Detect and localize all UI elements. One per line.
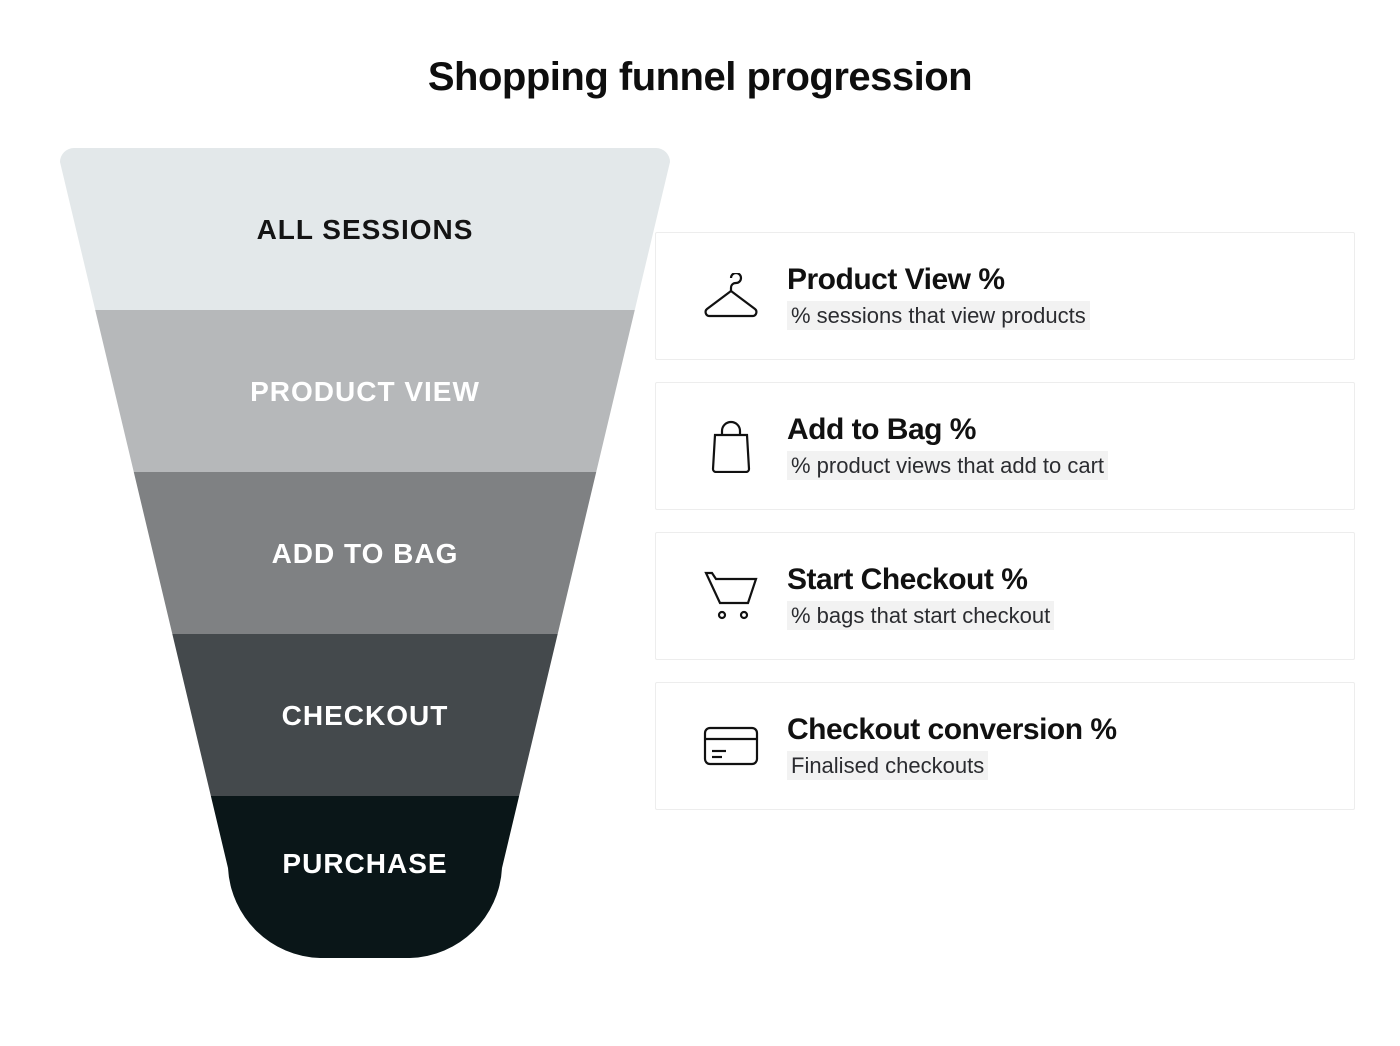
- metric-cards: Product View % % sessions that view prod…: [655, 232, 1355, 832]
- funnel-label-checkout: CHECKOUT: [60, 700, 670, 732]
- credit-card-icon: [702, 725, 760, 767]
- hanger-icon: [701, 273, 761, 319]
- card-title: Product View %: [787, 263, 1354, 297]
- card-checkout-conversion: Checkout conversion % Finalised checkout…: [655, 682, 1355, 810]
- page-title: Shopping funnel progression: [0, 55, 1400, 100]
- card-subtitle: % sessions that view products: [787, 301, 1090, 330]
- card-subtitle: % bags that start checkout: [787, 601, 1054, 630]
- card-subtitle: Finalised checkouts: [787, 751, 988, 780]
- card-add-to-bag: Add to Bag % % product views that add to…: [655, 382, 1355, 510]
- card-title: Checkout conversion %: [787, 713, 1354, 747]
- card-title: Start Checkout %: [787, 563, 1354, 597]
- card-start-checkout: Start Checkout % % bags that start check…: [655, 532, 1355, 660]
- card-product-view: Product View % % sessions that view prod…: [655, 232, 1355, 360]
- funnel-label-product-view: PRODUCT VIEW: [60, 376, 670, 408]
- bag-icon: [707, 419, 755, 473]
- card-subtitle: % product views that add to cart: [787, 451, 1108, 480]
- funnel-label-purchase: PURCHASE: [60, 848, 670, 880]
- funnel-label-add-to-bag: ADD TO BAG: [60, 538, 670, 570]
- card-title: Add to Bag %: [787, 413, 1354, 447]
- funnel: ALL SESSIONS PRODUCT VIEW ADD TO BAG CHE…: [60, 148, 670, 958]
- funnel-label-all-sessions: ALL SESSIONS: [60, 214, 670, 246]
- cart-icon: [702, 569, 760, 623]
